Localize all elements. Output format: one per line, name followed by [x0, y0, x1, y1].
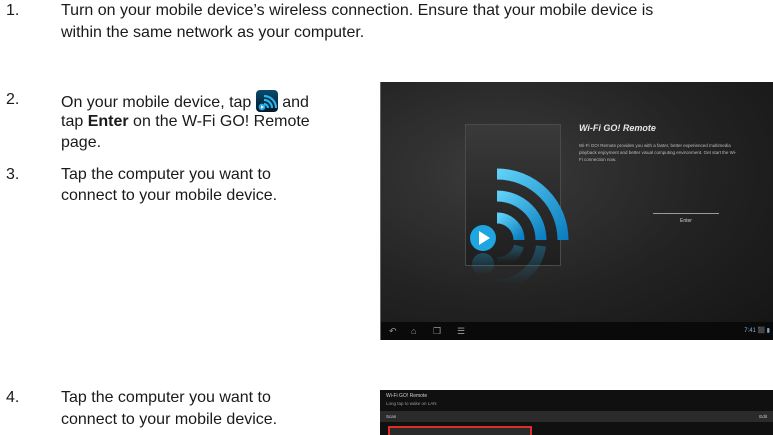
step-text: Tap the computer you want to — [61, 389, 271, 406]
enter-keyword: Enter — [87, 113, 129, 130]
back-icon[interactable]: ↶ — [389, 326, 397, 336]
step-text: connect to your mobile device. — [61, 187, 278, 204]
edit-button[interactable]: Edit — [759, 413, 767, 420]
step-text: Tap the computer you want to — [61, 166, 271, 183]
computer-list-screenshot: Wi-Fi GO! Remote Long tap to wake on LAN… — [380, 390, 773, 435]
highlighted-computer-item[interactable] — [388, 426, 532, 435]
step-text: within the same network as your computer… — [61, 24, 365, 41]
step-text: On your mobile device, tap and — [61, 90, 309, 113]
step-text-part: on the W-Fi GO! Remote — [128, 113, 310, 130]
scan-button[interactable]: Scan — [386, 413, 396, 420]
app-description: Wi-Fi GO! Remote provides you with a fas… — [579, 143, 737, 162]
recent-apps-icon[interactable]: ❐ — [433, 326, 441, 336]
status-area: 7:41 ⬛ ▮ — [744, 328, 770, 334]
step-number: 1. — [6, 2, 20, 19]
home-icon[interactable]: ⌂ — [411, 326, 416, 336]
step-text: connect to your mobile device. — [61, 411, 278, 428]
app-title: Wi-Fi GO! Remote — [579, 123, 656, 133]
wifi-go-logo-icon — [470, 168, 569, 290]
step-text: Turn on your mobile device’s wireless co… — [61, 2, 654, 19]
wifi-go-app-icon — [255, 90, 278, 112]
step-text: tap Enter on the W-Fi GO! Remote — [61, 112, 310, 132]
step-number: 2. — [6, 91, 20, 108]
list-subheader: Long tap to wake on LAN — [386, 401, 437, 406]
enter-button[interactable]: Enter — [653, 213, 719, 228]
step-number: 3. — [6, 166, 20, 183]
step-text-part: On your mobile device, tap — [61, 94, 256, 111]
step-text: page. — [61, 134, 102, 151]
toolbar-row: Scan Edit — [380, 411, 773, 422]
list-header: Wi-Fi GO! Remote — [386, 393, 428, 399]
step-number: 4. — [6, 389, 20, 406]
system-navbar: ↶ ⌂ ❐ ☰ 7:41 ⬛ ▮ — [381, 322, 773, 340]
step-text-part: and — [277, 94, 309, 111]
step-text-part: tap — [61, 113, 88, 130]
menu-icon[interactable]: ☰ — [457, 326, 465, 336]
remote-splash-screenshot: Wi-Fi GO! Remote Wi-Fi GO! Remote provid… — [380, 82, 773, 340]
